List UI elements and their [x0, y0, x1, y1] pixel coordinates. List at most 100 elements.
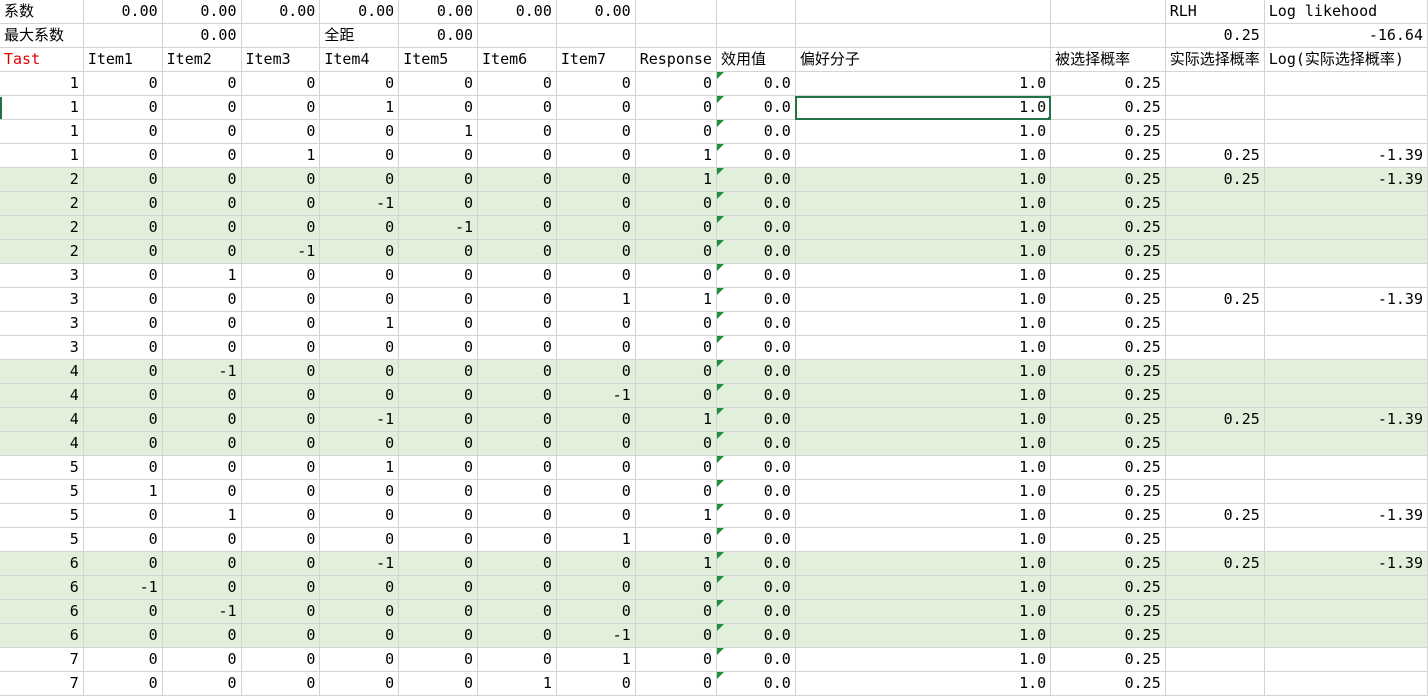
item-cell[interactable]: 0	[477, 479, 557, 504]
item-cell[interactable]: 0	[477, 239, 557, 264]
rlh-value-cell[interactable]: 0.25	[1165, 23, 1265, 48]
preference-cell[interactable]: 1.0	[795, 431, 1052, 456]
item-cell[interactable]: -1	[83, 575, 163, 600]
probability-cell[interactable]: 0.25	[1050, 359, 1166, 384]
actual-probability-cell[interactable]	[1165, 239, 1265, 264]
item-cell[interactable]: 0	[556, 119, 636, 144]
empty-cell[interactable]	[716, 23, 796, 48]
task-cell[interactable]: 4	[0, 383, 84, 408]
response-cell[interactable]: 0	[635, 647, 717, 672]
response-cell[interactable]: 1	[635, 407, 717, 432]
item-cell[interactable]: 0	[319, 71, 400, 96]
probability-cell[interactable]: 0.25	[1050, 311, 1166, 336]
item-cell[interactable]: 0	[83, 431, 163, 456]
item-cell[interactable]: 0	[556, 215, 636, 240]
item-cell[interactable]: 0	[162, 551, 242, 576]
utility-cell[interactable]: 0.0	[716, 119, 796, 144]
item-cell[interactable]: 0	[83, 503, 163, 528]
empty-cell[interactable]	[635, 0, 717, 24]
log-actual-cell[interactable]	[1264, 71, 1428, 96]
log-actual-cell[interactable]	[1264, 671, 1428, 696]
item-cell[interactable]: 1	[556, 527, 636, 552]
preference-cell[interactable]: 1.0	[795, 359, 1052, 384]
preference-cell[interactable]: 1.0	[795, 599, 1052, 624]
preference-cell[interactable]: 1.0	[795, 623, 1052, 648]
item-cell[interactable]: 0	[398, 143, 479, 168]
actual-probability-cell[interactable]: 0.25	[1165, 167, 1265, 192]
coef-cell[interactable]: 0.00	[241, 0, 321, 24]
probability-cell[interactable]: 0.25	[1050, 599, 1166, 624]
item-cell[interactable]: 0	[83, 71, 163, 96]
response-cell[interactable]: 1	[635, 551, 717, 576]
item-cell[interactable]: 0	[556, 95, 636, 120]
preference-cell[interactable]: 1.0	[795, 215, 1052, 240]
item-cell[interactable]: 0	[162, 431, 242, 456]
probability-cell[interactable]: 0.25	[1050, 527, 1166, 552]
item-cell[interactable]: 1	[398, 119, 479, 144]
item-cell[interactable]: 0	[162, 119, 242, 144]
item-cell[interactable]: 0	[162, 383, 242, 408]
item-cell[interactable]: 0	[241, 407, 321, 432]
log-actual-cell[interactable]: -1.39	[1264, 167, 1428, 192]
item-cell[interactable]: 0	[319, 143, 400, 168]
actual-probability-cell[interactable]: 0.25	[1165, 143, 1265, 168]
header-item5[interactable]: Item5	[398, 47, 479, 72]
item-cell[interactable]: 0	[556, 167, 636, 192]
coef-cell[interactable]: 0.00	[556, 0, 636, 24]
item-cell[interactable]: 0	[241, 527, 321, 552]
item-cell[interactable]: 0	[477, 167, 557, 192]
probability-cell[interactable]: 0.25	[1050, 455, 1166, 480]
item-cell[interactable]: -1	[556, 383, 636, 408]
utility-cell[interactable]: 0.0	[716, 647, 796, 672]
probability-cell[interactable]: 0.25	[1050, 383, 1166, 408]
utility-cell[interactable]: 0.0	[716, 359, 796, 384]
actual-probability-cell[interactable]	[1165, 647, 1265, 672]
utility-cell[interactable]: 0.0	[716, 215, 796, 240]
item-cell[interactable]: 0	[241, 479, 321, 504]
item-cell[interactable]: 0	[319, 263, 400, 288]
item-cell[interactable]: 0	[162, 335, 242, 360]
item-cell[interactable]: 0	[83, 383, 163, 408]
rlh-label-cell[interactable]: RLH	[1165, 0, 1265, 24]
item-cell[interactable]: 0	[398, 359, 479, 384]
item-cell[interactable]: 0	[556, 143, 636, 168]
preference-cell[interactable]: 1.0	[795, 71, 1052, 96]
empty-cell[interactable]	[477, 23, 557, 48]
item-cell[interactable]: 0	[162, 287, 242, 312]
item-cell[interactable]: 0	[556, 551, 636, 576]
response-cell[interactable]: 0	[635, 215, 717, 240]
item-cell[interactable]: 0	[83, 143, 163, 168]
header-probability[interactable]: 被选择概率	[1050, 47, 1166, 72]
item-cell[interactable]: 0	[556, 479, 636, 504]
item-cell[interactable]: 0	[83, 119, 163, 144]
item-cell[interactable]: 0	[162, 647, 242, 672]
coef-cell[interactable]: 0.00	[477, 0, 557, 24]
item-cell[interactable]: 0	[398, 191, 479, 216]
response-cell[interactable]: 0	[635, 527, 717, 552]
item-cell[interactable]: 0	[398, 71, 479, 96]
item-cell[interactable]: 0	[556, 431, 636, 456]
item-cell[interactable]: 0	[556, 599, 636, 624]
empty-cell[interactable]	[716, 0, 796, 24]
response-cell[interactable]: 1	[635, 167, 717, 192]
actual-probability-cell[interactable]: 0.25	[1165, 407, 1265, 432]
preference-cell[interactable]: 1.0	[795, 167, 1052, 192]
item-cell[interactable]: 0	[556, 503, 636, 528]
item-cell[interactable]: 0	[162, 215, 242, 240]
item-cell[interactable]: 0	[477, 119, 557, 144]
log-actual-cell[interactable]	[1264, 479, 1428, 504]
probability-cell[interactable]: 0.25	[1050, 407, 1166, 432]
log-actual-cell[interactable]	[1264, 239, 1428, 264]
item-cell[interactable]: 0	[241, 287, 321, 312]
preference-cell[interactable]: 1.0	[795, 239, 1052, 264]
item-cell[interactable]: 0	[398, 551, 479, 576]
response-cell[interactable]: 1	[635, 287, 717, 312]
item-cell[interactable]: 0	[319, 239, 400, 264]
preference-cell[interactable]: 1.0	[795, 263, 1052, 288]
task-cell[interactable]: 5	[0, 503, 84, 528]
task-cell[interactable]: 6	[0, 623, 84, 648]
log-actual-cell[interactable]: -1.39	[1264, 143, 1428, 168]
task-cell[interactable]: 5	[0, 455, 84, 480]
log-actual-cell[interactable]	[1264, 359, 1428, 384]
log-actual-cell[interactable]	[1264, 215, 1428, 240]
